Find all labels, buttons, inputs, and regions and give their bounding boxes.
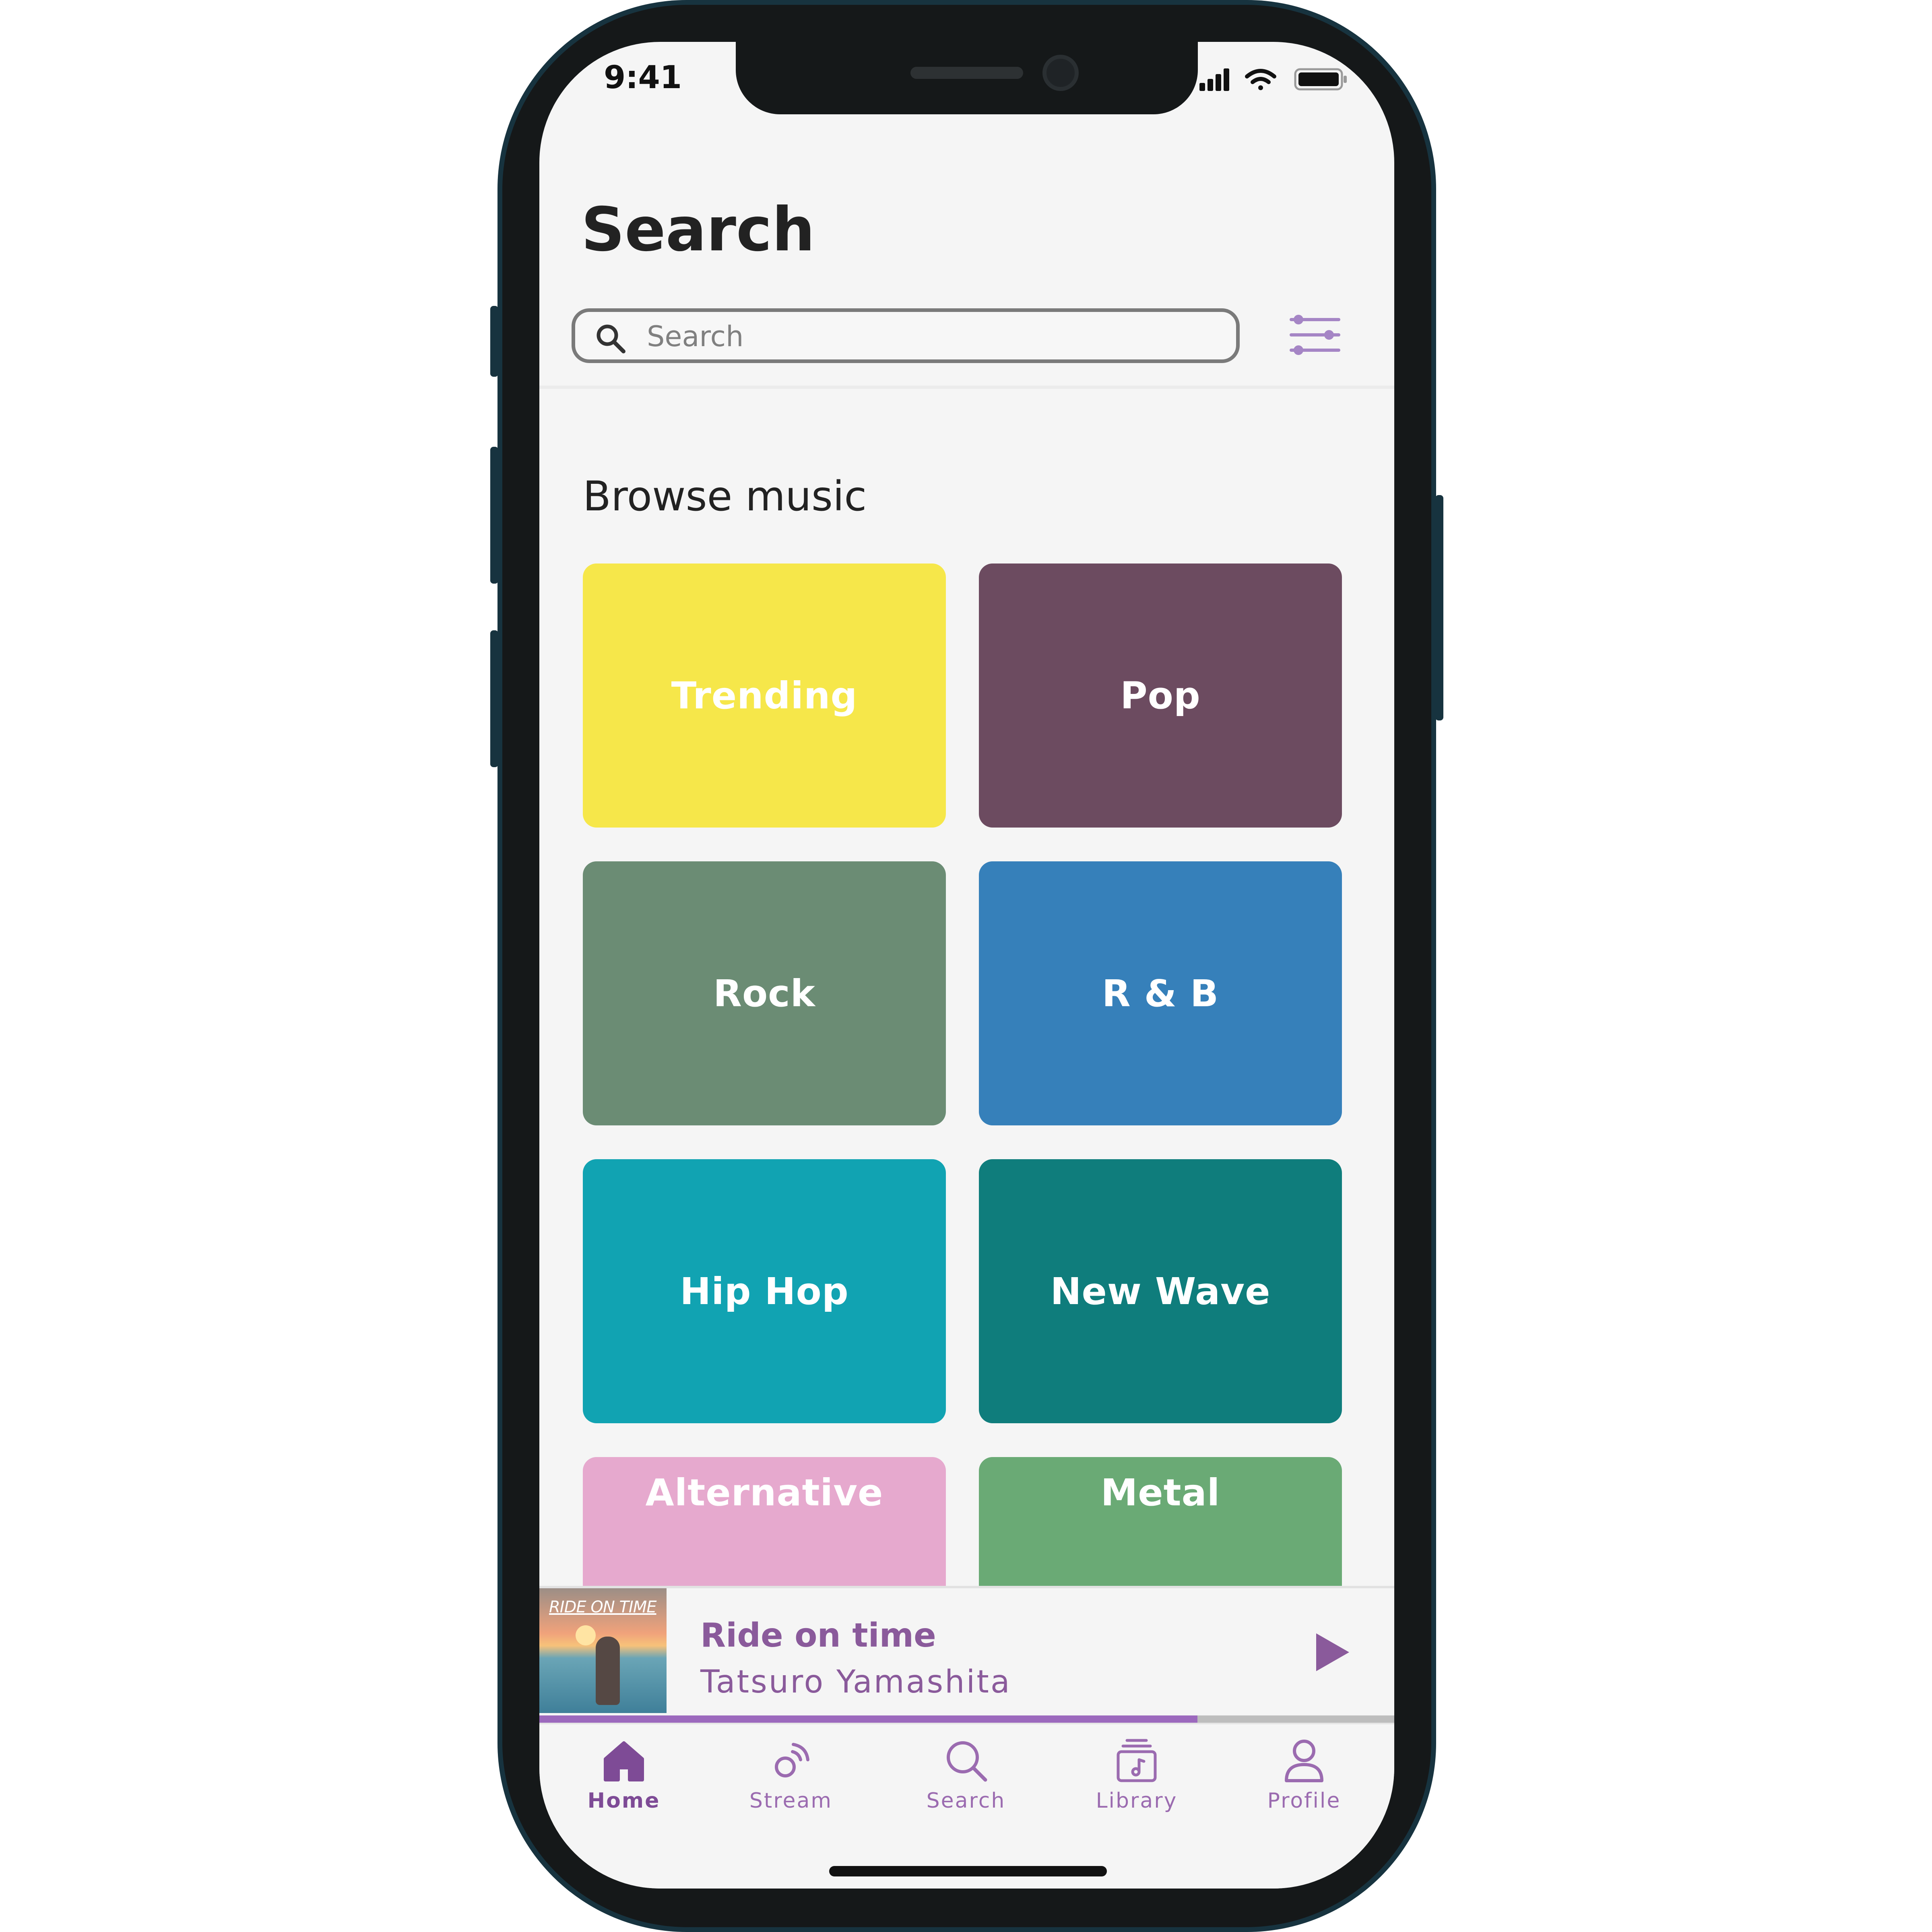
now-playing-bar[interactable]: RIDE ON TIME Ride on time Tatsuro Yamash… [539, 1586, 1394, 1719]
nav-item-search[interactable]: Search [894, 1724, 1038, 1825]
nav-item-stream[interactable]: Stream [718, 1724, 863, 1825]
page-title: Search [581, 195, 815, 265]
nav-label-search: Search [926, 1789, 1006, 1813]
filter-sliders-icon[interactable] [1289, 312, 1341, 358]
home-icon [604, 1741, 644, 1781]
playback-progress-fill [539, 1715, 1198, 1723]
genre-label: R & B [1102, 972, 1219, 1015]
bottom-nav: Home Stream Search Library Profile [539, 1723, 1394, 1889]
browse-title: Browse music [583, 473, 867, 520]
genre-tile-new-wave[interactable]: New Wave [979, 1159, 1342, 1423]
front-camera [1042, 55, 1079, 91]
status-icons [1199, 68, 1347, 91]
mute-switch [490, 306, 498, 377]
home-indicator [829, 1866, 1107, 1876]
genre-label: Rock [713, 972, 815, 1015]
genre-label: Metal [1100, 1471, 1220, 1514]
volume-up-button [490, 447, 498, 584]
power-button [1435, 495, 1443, 720]
battery-icon [1294, 68, 1347, 91]
genre-tile-pop[interactable]: Pop [979, 564, 1342, 828]
stream-icon [775, 1743, 809, 1777]
track-title: Ride on time [700, 1616, 936, 1655]
wifi-icon [1245, 69, 1276, 90]
status-time: 9:41 [604, 60, 682, 96]
track-artist: Tatsuro Yamashita [700, 1664, 1011, 1700]
genre-label: Pop [1120, 674, 1201, 717]
signal-icon [1199, 68, 1229, 91]
genre-tile-hip-hop[interactable]: Hip Hop [583, 1159, 946, 1423]
playback-progress[interactable] [539, 1715, 1394, 1723]
nav-label-profile: Profile [1267, 1789, 1341, 1813]
search-icon [597, 324, 625, 353]
album-art-text: RIDE ON TIME [549, 1598, 657, 1616]
genre-tile-trending[interactable]: Trending [583, 564, 946, 828]
nav-label-stream: Stream [749, 1789, 833, 1813]
album-art-sun [576, 1625, 596, 1645]
search-input[interactable] [646, 320, 1211, 353]
volume-down-button [490, 630, 498, 767]
search-bar[interactable] [572, 308, 1240, 363]
genre-label: New Wave [1050, 1269, 1271, 1313]
nav-label-home: Home [587, 1789, 661, 1813]
album-art-figure [596, 1637, 620, 1705]
nav-item-profile[interactable]: Profile [1232, 1724, 1377, 1825]
album-art: RIDE ON TIME [539, 1588, 667, 1713]
genre-label: Trending [671, 674, 858, 717]
profile-icon [1285, 1740, 1323, 1782]
speaker-grille [910, 67, 1023, 79]
genre-tile-rnb[interactable]: R & B [979, 861, 1342, 1125]
nav-label-library: Library [1096, 1789, 1178, 1813]
play-icon[interactable] [1312, 1630, 1352, 1674]
genre-label: Hip Hop [680, 1269, 849, 1313]
search-icon [947, 1741, 987, 1782]
app-screen: 9:41 Search Search Browse music Trending… [539, 42, 1394, 1889]
genre-label: Alternative [645, 1471, 883, 1514]
header-divider [539, 386, 1394, 389]
library-icon [1117, 1739, 1157, 1782]
genre-tile-rock[interactable]: Rock [583, 861, 946, 1125]
nav-item-home[interactable]: Home [551, 1724, 696, 1825]
nav-item-library[interactable]: Library [1064, 1724, 1209, 1825]
